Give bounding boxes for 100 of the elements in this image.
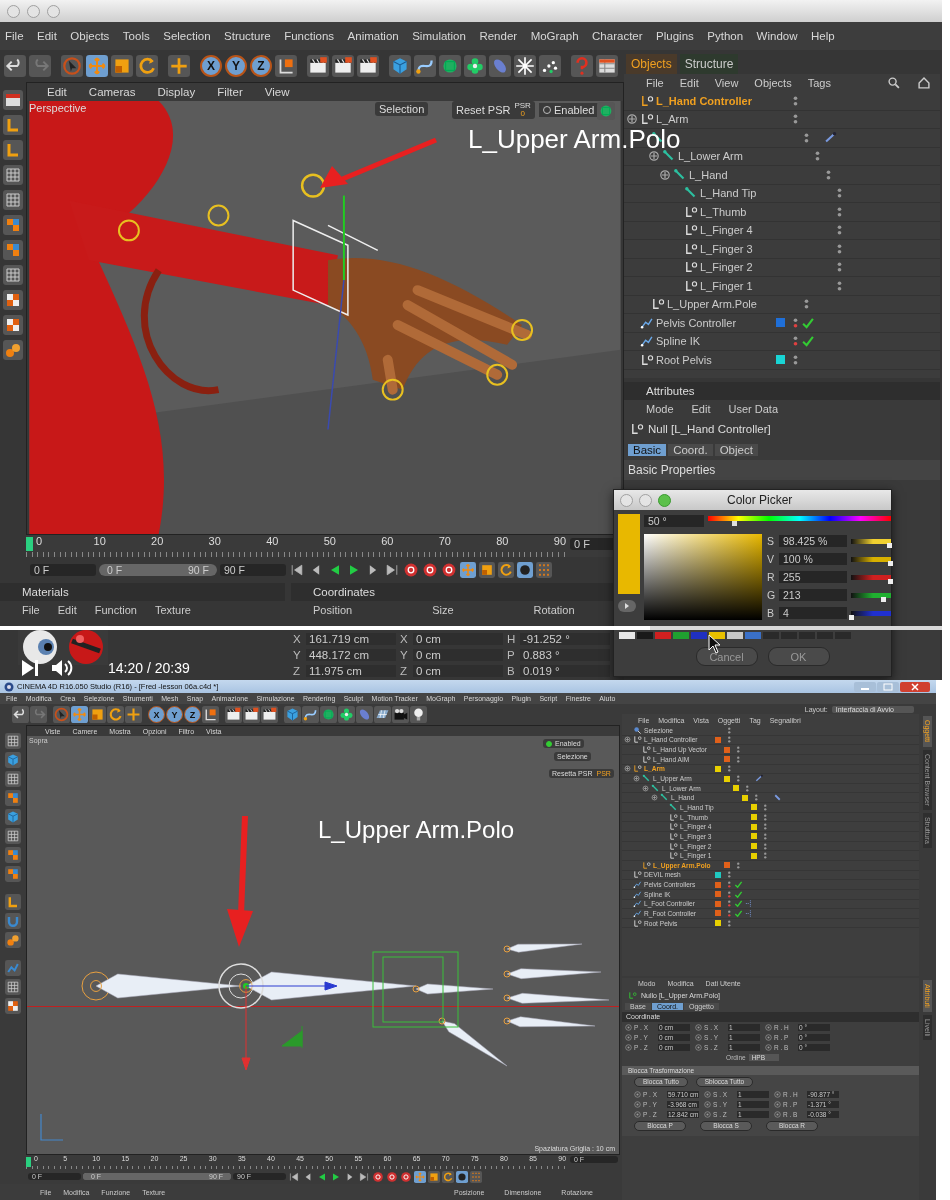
- menu-item[interactable]: Python: [707, 30, 744, 42]
- axis-label: P: [507, 649, 516, 661]
- value-field[interactable]: -91.252 °: [520, 633, 610, 645]
- annotation-text: L_Upper Arm.Polo: [318, 816, 515, 844]
- value-field[interactable]: 0 cm: [413, 665, 503, 677]
- object-name[interactable]: L_Finger 2: [700, 261, 753, 274]
- value-field[interactable]: 448.172 cm: [306, 649, 396, 661]
- tick-label: 80: [496, 535, 510, 547]
- menu-item[interactable]: View: [714, 77, 739, 89]
- menu-item[interactable]: Character: [592, 30, 643, 42]
- menu-item[interactable]: Filter: [217, 86, 243, 98]
- object-name[interactable]: L_Hand Tip: [700, 187, 757, 200]
- tab[interactable]: Basic: [628, 444, 667, 456]
- menu-item[interactable]: File: [646, 77, 664, 89]
- menu-item[interactable]: File: [22, 604, 40, 616]
- menu-item[interactable]: File: [5, 30, 24, 42]
- value-field[interactable]: 213: [779, 589, 847, 601]
- menu-item[interactable]: User Data: [728, 403, 779, 415]
- playback-time: 14:20 / 20:39: [108, 660, 190, 676]
- menu-item[interactable]: Texture: [154, 604, 191, 616]
- panel-title: Coordinates: [313, 586, 375, 598]
- menu-item[interactable]: Objects: [70, 30, 110, 42]
- object-name[interactable]: L_Hand Controller: [656, 94, 752, 107]
- object-name[interactable]: L_Finger 4: [700, 224, 753, 237]
- tick-label: 40: [266, 535, 280, 547]
- tick-label: 10: [93, 535, 107, 547]
- object-name[interactable]: L_Finger 3: [700, 242, 753, 255]
- axis-label: Y: [293, 649, 302, 661]
- tick-label: 50: [323, 535, 337, 547]
- object-name[interactable]: L_Hand: [689, 168, 728, 181]
- channel-label: V: [767, 553, 775, 565]
- panel-tab[interactable]: Structure: [679, 54, 739, 74]
- axis-button[interactable]: Y: [225, 55, 247, 77]
- value-field[interactable]: 100 %: [779, 553, 847, 565]
- menu-item[interactable]: Plugins: [656, 30, 694, 42]
- object-name[interactable]: Spline IK: [656, 335, 701, 348]
- menu-item[interactable]: Function: [94, 604, 137, 616]
- channel-label: B: [767, 607, 775, 619]
- object-name[interactable]: L_Upper Arm.Pole: [667, 298, 757, 311]
- menu-item[interactable]: Edit: [679, 77, 699, 89]
- value-field[interactable]: 161.719 cm: [306, 633, 396, 645]
- menu-item[interactable]: Edit: [47, 86, 67, 98]
- value-field[interactable]: 255: [779, 571, 847, 583]
- menu-item[interactable]: Selection: [163, 30, 211, 42]
- object-name[interactable]: Pelvis Controller: [656, 316, 737, 329]
- axis-label: X: [293, 633, 302, 645]
- channel-label: G: [767, 589, 775, 601]
- selection-label: Selection: [375, 102, 429, 116]
- tick-label: 70: [438, 535, 452, 547]
- menu-item[interactable]: Edit: [37, 30, 57, 42]
- menu-item[interactable]: Edit: [57, 604, 77, 616]
- menu-item[interactable]: Mode: [646, 403, 674, 415]
- menu-item[interactable]: Display: [157, 86, 196, 98]
- enabled-checkbox[interactable]: Enabled: [539, 103, 599, 117]
- object-name[interactable]: L_Arm: [656, 113, 689, 126]
- value-field[interactable]: 98.425 %: [779, 535, 847, 547]
- value-field[interactable]: 4: [779, 607, 847, 619]
- menu-item[interactable]: Simulation: [412, 30, 466, 42]
- menu-item[interactable]: Help: [811, 30, 835, 42]
- object-name[interactable]: L_Lower Arm: [678, 150, 743, 163]
- menu-item[interactable]: Tags: [807, 77, 831, 89]
- panel-title: Materials: [22, 586, 69, 598]
- axis-label: H: [507, 633, 517, 645]
- tab[interactable]: Object: [714, 444, 758, 456]
- object-name[interactable]: Root Pelvis: [656, 353, 712, 366]
- axis-button[interactable]: Z: [184, 706, 201, 723]
- frame-range-slider[interactable]: 0 F 90 F: [99, 564, 217, 576]
- object-name[interactable]: L_Finger 1: [700, 279, 753, 292]
- column-header: Size: [432, 604, 454, 616]
- frame-field[interactable]: 90 F: [220, 564, 286, 576]
- axis-label: X: [400, 633, 409, 645]
- object-name[interactable]: L_Thumb: [700, 205, 747, 218]
- menu-item[interactable]: Render: [479, 30, 518, 42]
- value-field[interactable]: 0.883 °: [520, 649, 610, 661]
- value-field[interactable]: 0 cm: [413, 633, 503, 645]
- axis-button[interactable]: X: [148, 706, 165, 723]
- menu-item[interactable]: Cameras: [88, 86, 136, 98]
- panel-tab[interactable]: Objects: [626, 54, 677, 74]
- tick-label: 30: [208, 535, 222, 547]
- menu-item[interactable]: Objects: [754, 77, 792, 89]
- menu-item[interactable]: Edit: [691, 403, 711, 415]
- axis-button[interactable]: X: [200, 55, 222, 77]
- value-field[interactable]: 11.975 cm: [306, 665, 396, 677]
- tab[interactable]: Coord.: [668, 444, 713, 456]
- menu-item[interactable]: Functions: [284, 30, 335, 42]
- value-field[interactable]: 0 cm: [413, 649, 503, 661]
- menu-item[interactable]: Window: [756, 30, 798, 42]
- hue-field[interactable]: 50 °: [644, 515, 704, 527]
- menu-item[interactable]: MoGraph: [530, 30, 579, 42]
- axis-label: Z: [400, 665, 409, 677]
- axis-button[interactable]: Z: [250, 55, 272, 77]
- menu-item[interactable]: Animation: [347, 30, 399, 42]
- frame-field[interactable]: 0 F: [30, 564, 96, 576]
- menu-item[interactable]: Tools: [122, 30, 150, 42]
- menu-item[interactable]: View: [264, 86, 290, 98]
- tick-label: 90: [553, 535, 567, 547]
- menu-item[interactable]: Structure: [224, 30, 271, 42]
- axis-label: B: [507, 665, 516, 677]
- value-field[interactable]: 0.019 °: [520, 665, 610, 677]
- axis-button[interactable]: Y: [166, 706, 183, 723]
